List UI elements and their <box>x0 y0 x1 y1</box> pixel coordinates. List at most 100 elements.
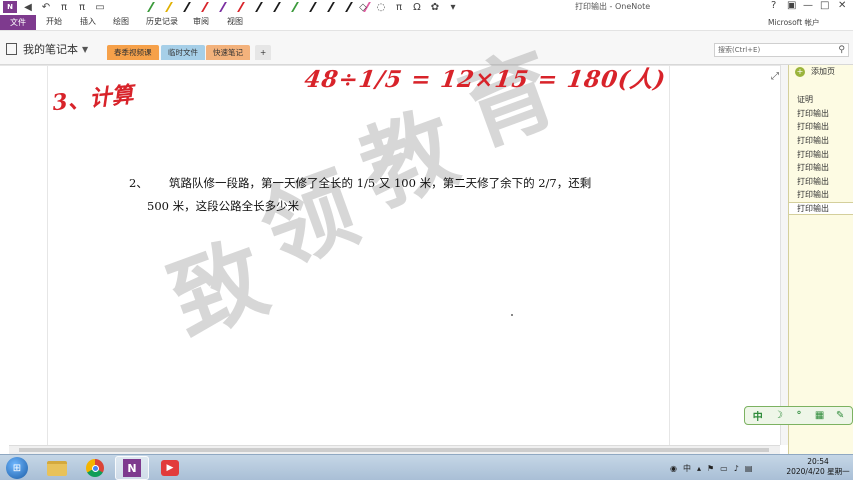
pen-icon[interactable] <box>183 2 198 12</box>
notebook-selector[interactable]: 我的笔记本 ▼ <box>6 41 88 57</box>
pen-icon[interactable] <box>165 2 180 12</box>
recorder-icon: ▶ <box>161 460 179 476</box>
scrollbar-thumb[interactable] <box>19 448 769 452</box>
maximize-button[interactable]: □ <box>820 0 829 11</box>
taskbar-chrome[interactable] <box>78 456 112 480</box>
title-bar: N ◀ ↶ π π ▭ ◇ ◌ π Ω ✿ ▾ 打印输出 - OneNote ?… <box>0 0 853 14</box>
undo-icon[interactable]: ↶ <box>39 1 53 13</box>
pen-icon[interactable] <box>309 2 324 12</box>
tab-file[interactable]: 文件 <box>0 15 36 30</box>
pen-icon[interactable] <box>273 2 288 12</box>
pen-icon[interactable] <box>237 2 252 12</box>
page-list-item[interactable]: 打印输出 <box>789 147 853 161</box>
search-tray-icon[interactable]: ◉ <box>670 464 677 473</box>
taskbar-onenote[interactable]: N <box>115 456 149 480</box>
add-section-button[interactable]: + <box>255 45 272 60</box>
taskbar-recorder[interactable]: ▶ <box>153 456 187 480</box>
system-tray: ◉ 中 ▴ ⚑ ▭ ♪ ▤ <box>670 460 758 476</box>
pen-icon[interactable] <box>201 2 216 12</box>
notebook-name: 我的笔记本 <box>23 43 78 56</box>
tab-view[interactable]: 视图 <box>227 16 243 27</box>
close-button[interactable]: ✕ <box>838 0 846 11</box>
section-tab-spring-video[interactable]: 春季视频课 <box>107 45 159 60</box>
eraser-icon[interactable]: ◇ <box>356 1 370 13</box>
network-icon[interactable]: ▤ <box>745 464 753 473</box>
page-list-item[interactable]: 打印输出 <box>789 175 853 189</box>
vertical-scrollbar[interactable] <box>780 65 788 445</box>
settings-icon[interactable]: ✎ <box>831 408 849 423</box>
problem-number: 2、 <box>129 176 148 190</box>
ribbon-tabs: 文件 开始 插入 绘图 历史记录 审阅 视图 Microsoft 帐户 <box>0 14 853 31</box>
tab-insert[interactable]: 插入 <box>80 16 96 27</box>
page-list-item[interactable]: 打印输出 <box>789 201 853 216</box>
problem-line-2: 500 米，这段公路全长多少米 <box>147 199 300 213</box>
taskbar: ⊞ N ▶ ◉ 中 ▴ ⚑ ▭ ♪ ▤ 20:54 2020/4/20 星期一 <box>0 454 853 480</box>
dock-icon[interactable]: ▭ <box>93 1 107 13</box>
expand-page-icon[interactable]: ⤢ <box>771 71 779 82</box>
onenote-logo-icon: N <box>3 1 17 13</box>
lasso-icon[interactable]: ◌ <box>374 1 388 13</box>
folder-icon <box>47 460 67 476</box>
color-wheel-icon[interactable]: ✿ <box>428 1 442 13</box>
horizontal-scrollbar[interactable] <box>9 445 780 454</box>
page-list-item[interactable]: 打印输出 <box>789 120 853 134</box>
start-button[interactable]: ⊞ <box>6 457 28 479</box>
problem-line-1: 筑路队修一段路，第一天修了全长的 1/5 又 100 米，第二天修了余下的 2/… <box>169 176 592 190</box>
account-label[interactable]: Microsoft 帐户 <box>768 17 820 28</box>
search-input[interactable]: 搜索(Ctrl+E) <box>718 45 760 55</box>
page-canvas[interactable]: 致 领 教 育 48÷1/5 = 12×15 = 180(人) 3、计算 ⤢ 2… <box>0 34 788 446</box>
punctuation-icon[interactable]: ° <box>790 408 808 423</box>
quick-access-more: ◇ ◌ π Ω ✿ ▾ <box>356 0 464 14</box>
section-tab-temp-files[interactable]: 临时文件 <box>161 45 205 60</box>
ime-language-indicator[interactable]: 中 <box>683 463 691 474</box>
tab-history[interactable]: 历史记录 <box>146 16 178 27</box>
back-icon[interactable]: ◀ <box>21 1 35 13</box>
search-icon[interactable]: ⚲ <box>838 45 845 55</box>
volume-icon[interactable]: ♪ <box>734 464 739 473</box>
tab-draw[interactable]: 绘图 <box>113 16 129 27</box>
page-list-item[interactable]: 打印输出 <box>789 161 853 175</box>
flag-icon[interactable]: ⚑ <box>707 464 714 473</box>
onenote-icon: N <box>123 459 141 477</box>
moon-icon[interactable]: ☽ <box>770 408 788 423</box>
quick-access-toolbar: N ◀ ↶ π π ▭ <box>3 0 111 14</box>
keyboard-icon[interactable]: ▦ <box>811 408 829 423</box>
pen-icon[interactable] <box>291 2 306 12</box>
pen-icon[interactable] <box>255 2 270 12</box>
tray-arrow-icon[interactable]: ▴ <box>697 464 701 473</box>
page-list-panel: + 添加页 证明 打印输出 打印输出 打印输出 打印输出 打印输出 打印输出 打印输出 打印输出 <box>788 65 853 454</box>
ribbon-display-icon[interactable]: ▣ <box>787 0 796 11</box>
customize-icon[interactable]: ▾ <box>446 1 460 13</box>
pi-icon[interactable]: π <box>57 1 71 13</box>
tab-review[interactable]: 审阅 <box>193 16 209 27</box>
page-list-item[interactable]: 打印输出 <box>789 107 853 121</box>
windows-logo-icon: ⊞ <box>12 462 22 474</box>
taskbar-explorer[interactable] <box>40 456 74 480</box>
equation-pi-icon[interactable]: π <box>392 1 406 13</box>
handwritten-equation[interactable]: 48÷1/5 = 12×15 = 180(人) <box>303 60 669 94</box>
ime-chinese-button[interactable]: 中 <box>749 408 767 423</box>
chevron-down-icon: ▼ <box>82 44 89 54</box>
ime-toolbar: 中 ☽ ° ▦ ✎ <box>744 406 853 425</box>
add-page-button[interactable]: + 添加页 <box>795 65 835 78</box>
page-margin-line <box>669 66 670 446</box>
page-list-item[interactable]: 打印输出 <box>789 188 853 202</box>
tab-home[interactable]: 开始 <box>46 16 62 27</box>
clock-date: 2020/4/20 星期一 <box>786 467 850 476</box>
math-icon[interactable]: π <box>75 1 89 13</box>
problem-text[interactable]: 2、 筑路队修一段路，第一天修了全长的 1/5 又 100 米，第二天修了余下的 … <box>129 172 649 218</box>
minimize-button[interactable]: — <box>803 0 813 11</box>
page-list-item[interactable]: 证明 <box>789 93 853 107</box>
pen-icon[interactable] <box>147 2 162 12</box>
plus-icon: + <box>795 66 805 77</box>
pen-icon[interactable] <box>327 2 342 12</box>
clock[interactable]: 20:54 2020/4/20 星期一 <box>785 457 851 477</box>
pen-icon[interactable] <box>219 2 234 12</box>
handwritten-heading[interactable]: 3、计算 <box>51 77 135 117</box>
symbol-omega-icon[interactable]: Ω <box>410 1 424 13</box>
display-icon[interactable]: ▭ <box>720 464 728 473</box>
page-list-item[interactable]: 打印输出 <box>789 134 853 148</box>
section-tab-quick-notes[interactable]: 快速笔记 <box>206 45 250 60</box>
search-box[interactable]: 搜索(Ctrl+E) ⚲ <box>714 43 849 57</box>
help-button[interactable]: ? <box>771 0 776 11</box>
